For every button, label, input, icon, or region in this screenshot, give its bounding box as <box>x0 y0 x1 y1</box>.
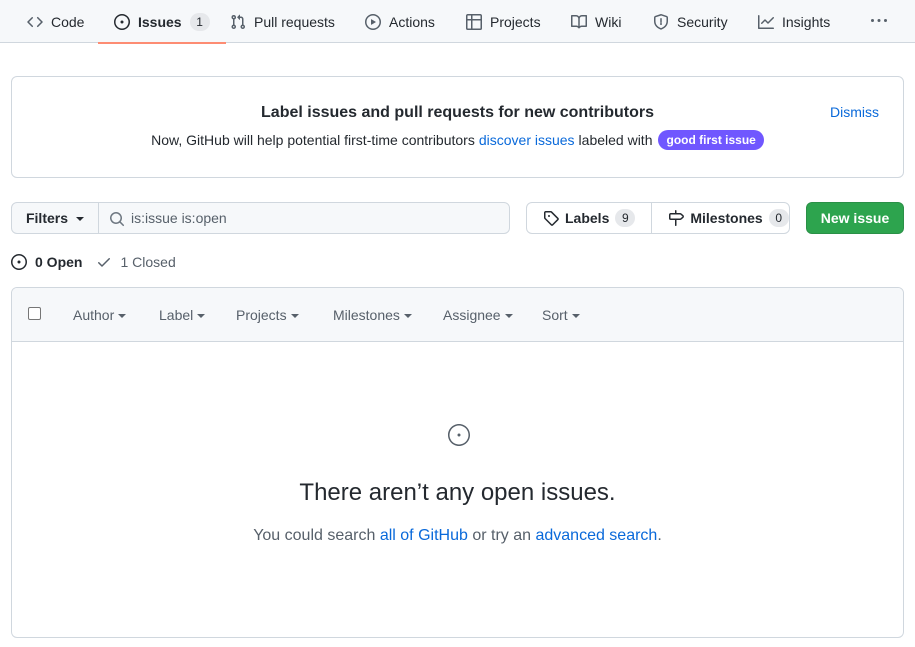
label-filter[interactable]: Label <box>159 307 206 323</box>
labels-count-badge: 9 <box>615 209 636 227</box>
tab-projects-label: Projects <box>490 13 541 30</box>
banner-text: Now, GitHub will help potential first-ti… <box>12 130 903 150</box>
shield-icon <box>653 13 669 30</box>
blankslate-text-middle: or try an <box>472 527 532 544</box>
select-all-checkbox[interactable] <box>28 307 41 320</box>
milestones-button[interactable]: Milestones 0 <box>651 203 804 233</box>
chevron-down-icon <box>504 314 513 318</box>
tab-wiki-label: Wiki <box>595 13 622 30</box>
contributor-banner: Label issues and pull requests for new c… <box>11 76 904 178</box>
discover-issues-link[interactable]: discover issues <box>479 132 575 148</box>
tab-security[interactable]: Security <box>653 0 728 43</box>
blankslate-text: You could search all of GitHub or try an… <box>12 527 903 545</box>
tab-insights-label: Insights <box>782 13 831 30</box>
tab-actions-label: Actions <box>389 13 435 30</box>
search-input[interactable] <box>99 203 509 233</box>
issues-list-header: Author Label Projects Milestones Assigne… <box>12 288 903 342</box>
chevron-down-icon <box>571 314 580 318</box>
milestones-label: Milestones <box>690 210 763 226</box>
issues-list: Author Label Projects Milestones Assigne… <box>11 287 904 638</box>
closed-issues-tab[interactable]: 1 Closed <box>96 254 176 270</box>
banner-text-before: Now, GitHub will help potential first-ti… <box>151 132 475 148</box>
chevron-down-icon <box>197 314 206 318</box>
search-icon <box>109 211 125 227</box>
banner-text-after: labeled with <box>578 132 653 148</box>
issue-opened-icon <box>447 423 471 447</box>
kebab-horizontal-icon <box>871 13 887 29</box>
chevron-down-icon <box>76 217 84 221</box>
table-icon <box>466 13 482 30</box>
projects-filter-label: Projects <box>236 307 287 323</box>
graph-icon <box>758 14 774 30</box>
milestones-filter[interactable]: Milestones <box>333 307 412 323</box>
tab-pull-requests[interactable]: Pull requests <box>230 0 335 43</box>
tab-security-label: Security <box>677 13 728 30</box>
issue-opened-icon <box>11 254 27 270</box>
banner-title: Label issues and pull requests for new c… <box>261 104 654 121</box>
issues-count-badge: 1 <box>189 12 210 31</box>
sort-filter[interactable]: Sort <box>542 307 580 323</box>
book-icon <box>571 14 587 30</box>
tab-projects[interactable]: Projects <box>466 0 541 43</box>
tab-wiki[interactable]: Wiki <box>571 0 621 43</box>
milestones-filter-label: Milestones <box>333 307 400 323</box>
sort-filter-label: Sort <box>542 307 568 323</box>
tab-issues[interactable]: Issues 1 <box>98 0 226 44</box>
tab-actions[interactable]: Actions <box>365 0 435 43</box>
assignee-filter-label: Assignee <box>443 307 501 323</box>
advanced-search-link[interactable]: advanced search <box>535 527 657 544</box>
issue-state-tabs: 0 Open 1 Closed <box>11 252 176 272</box>
open-issues-tab[interactable]: 0 Open <box>11 254 82 270</box>
good-first-issue-label[interactable]: good first issue <box>658 130 764 150</box>
milestones-count-badge: 0 <box>768 209 789 227</box>
tag-icon <box>543 210 559 226</box>
open-issues-label: 0 Open <box>35 254 83 270</box>
blankslate-text-after: . <box>657 527 662 544</box>
filters-button[interactable]: Filters <box>11 202 99 234</box>
author-filter[interactable]: Author <box>73 307 127 323</box>
git-pull-request-icon <box>230 14 246 30</box>
more-button[interactable] <box>867 10 891 32</box>
tab-issues-label: Issues <box>138 13 182 30</box>
closed-issues-label: 1 Closed <box>120 254 176 270</box>
chevron-down-icon <box>290 314 299 318</box>
check-icon <box>96 254 112 270</box>
search-box <box>98 202 510 234</box>
tab-code[interactable]: Code <box>27 0 84 43</box>
tab-pull-requests-label: Pull requests <box>254 13 335 30</box>
chevron-down-icon <box>403 314 412 318</box>
author-filter-label: Author <box>73 307 115 323</box>
tab-code-label: Code <box>51 13 85 30</box>
chevron-down-icon <box>118 314 127 318</box>
dismiss-button[interactable]: Dismiss <box>830 104 879 120</box>
milestone-icon <box>668 210 685 226</box>
all-of-github-link[interactable]: all of GitHub <box>380 527 468 544</box>
labels-label: Labels <box>565 210 610 226</box>
filters-label: Filters <box>25 210 68 226</box>
label-filter-label: Label <box>159 307 194 323</box>
play-icon <box>365 13 381 30</box>
new-issue-button[interactable]: New issue <box>806 202 904 234</box>
blankslate-title: There aren’t any open issues. <box>299 479 616 506</box>
issue-opened-icon <box>114 13 130 30</box>
labels-milestones-group: Labels 9 Milestones 0 <box>526 202 790 234</box>
repo-nav: Code Issues 1 Pull requests Actions Proj… <box>0 0 915 44</box>
code-icon <box>27 14 43 30</box>
projects-filter[interactable]: Projects <box>236 307 299 323</box>
tab-insights[interactable]: Insights <box>758 0 830 43</box>
blankslate-text-before: You could search <box>253 527 376 544</box>
blankslate: There aren’t any open issues. You could … <box>12 342 903 637</box>
labels-button[interactable]: Labels 9 <box>527 203 651 233</box>
assignee-filter[interactable]: Assignee <box>443 307 513 323</box>
